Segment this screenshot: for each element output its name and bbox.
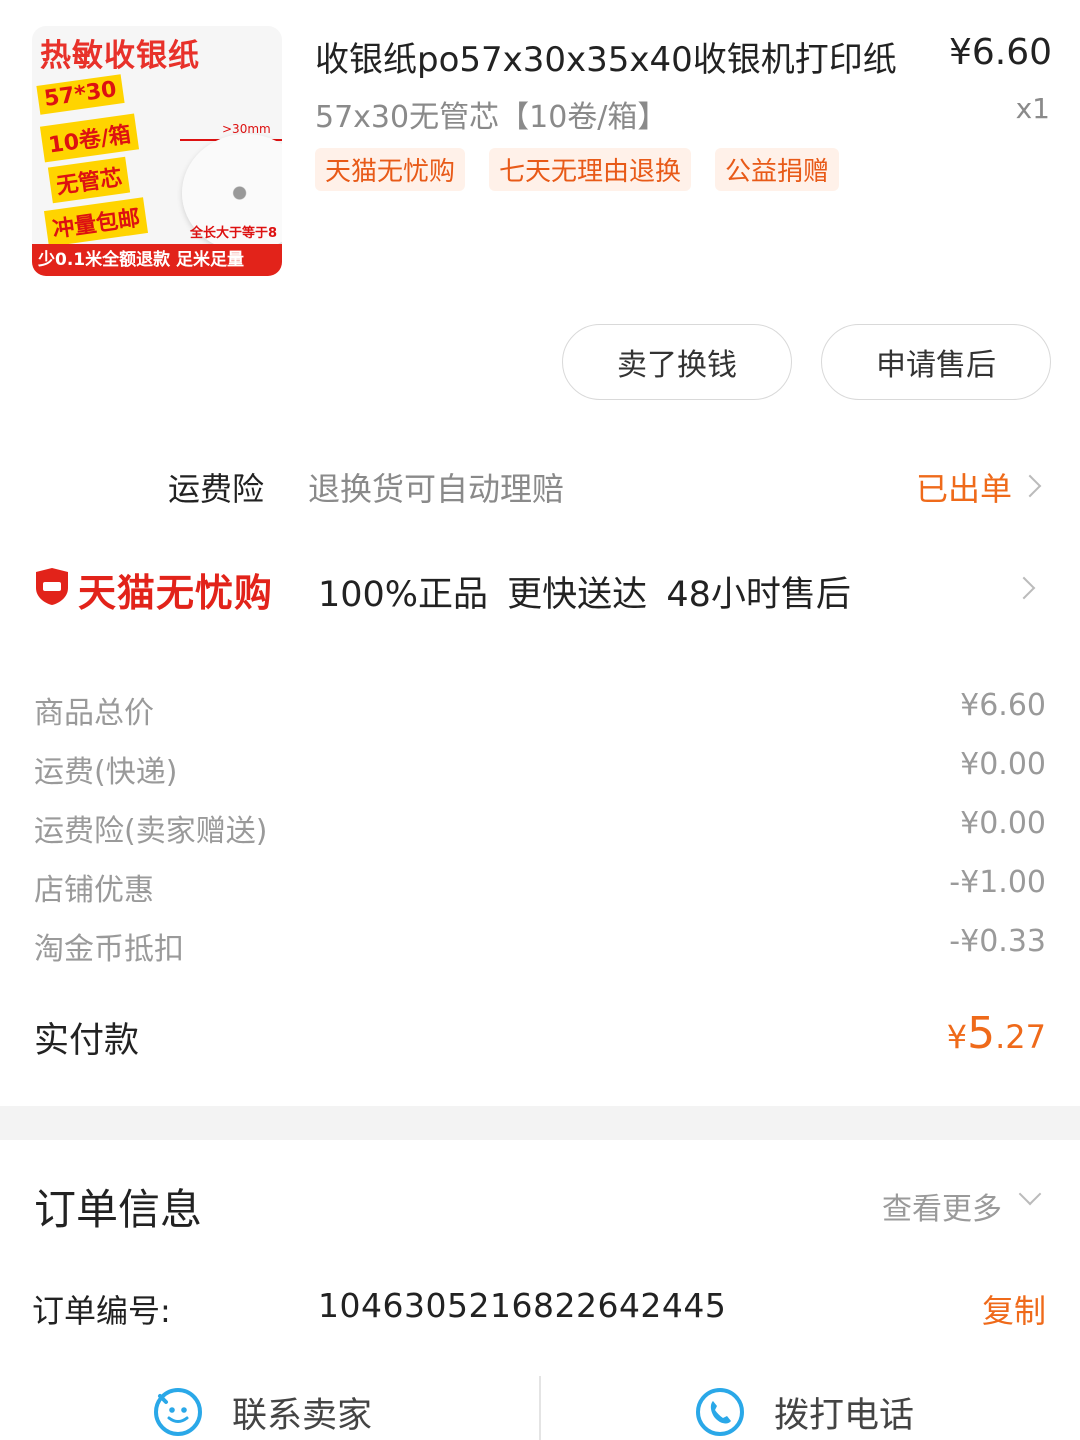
contact-seller-label: 联系卖家 <box>232 1395 373 1436</box>
paid-amount: ¥5.27 <box>947 1008 1046 1059</box>
product-title[interactable]: 收银纸po57x30x35x40收银机打印纸 <box>315 32 915 81</box>
fee-label-shipping-insurance: 运费险(卖家赠送) <box>34 814 268 849</box>
fee-label-shipping: 运费(快递) <box>34 755 178 790</box>
product-thumbnail[interactable]: 热敏收银纸 57*30 10卷/箱 无管芯 冲量包邮 >30mm 全长大于等于8… <box>32 26 282 276</box>
product-spec: 57x30无管芯【10卷/箱】 <box>315 100 668 135</box>
chevron-down-icon[interactable] <box>1018 1182 1042 1206</box>
thumbnail-bottom-banner: 少0.1米全额退款 足米足量 <box>32 244 282 276</box>
phone-icon <box>696 1388 744 1436</box>
order-number: 1046305216822642445 <box>318 1286 727 1325</box>
insurance-label: 运费险 <box>168 470 265 508</box>
paid-currency: ¥ <box>946 1018 968 1056</box>
insurance-status[interactable]: 已出单 <box>916 464 1012 510</box>
call-phone-label: 拨打电话 <box>774 1395 915 1436</box>
fee-label-coin-deduction: 淘金币抵扣 <box>34 932 184 967</box>
fee-value-shipping-insurance: ¥0.00 <box>960 806 1046 841</box>
paid-decimal: .27 <box>995 1018 1046 1056</box>
tmall-guarantee-features[interactable]: 100%正品 更快送达 48小时售后 <box>318 566 851 617</box>
chevron-right-icon[interactable] <box>1018 474 1042 498</box>
fee-label-goods-total: 商品总价 <box>34 696 154 731</box>
thumbnail-title: 热敏收银纸 <box>40 38 200 74</box>
thumbnail-tag-shipping: 冲量包邮 <box>43 197 149 247</box>
view-more-link[interactable]: 查看更多 <box>882 1184 1002 1228</box>
call-phone-button[interactable]: 拨打电话 <box>694 1386 914 1438</box>
product-tags: 天猫无忧购 七天无理由退换 公益捐赠 <box>315 148 840 191</box>
fee-value-store-discount: -¥1.00 <box>949 865 1046 900</box>
product-quantity: x1 <box>1015 92 1050 125</box>
order-info-title: 订单信息 <box>34 1185 203 1234</box>
copy-button[interactable]: 复制 <box>982 1286 1046 1332</box>
product-price: ¥6.60 <box>948 32 1052 73</box>
sell-button[interactable]: 卖了换钱 <box>562 324 792 400</box>
tmall-shield-icon <box>36 568 68 605</box>
thumbnail-tag-size: 57*30 <box>36 74 125 115</box>
section-divider <box>0 1106 1080 1140</box>
tmall-guarantee-name: 天猫无忧购 <box>78 571 274 615</box>
tag-seven-day-return: 七天无理由退换 <box>489 148 692 191</box>
tag-tmall-worry-free: 天猫无忧购 <box>315 148 466 191</box>
fee-label-store-discount: 店铺优惠 <box>34 873 154 908</box>
thumbnail-tag-count: 10卷/箱 <box>39 113 139 163</box>
chevron-right-icon[interactable] <box>1012 576 1036 600</box>
insurance-description: 退换货可自动理赔 <box>308 470 565 508</box>
fee-value-coin-deduction: -¥0.33 <box>949 924 1046 959</box>
chat-face-icon <box>154 1388 202 1436</box>
fee-value-goods-total: ¥6.60 <box>960 688 1046 723</box>
apply-aftersale-button[interactable]: 申请售后 <box>821 324 1051 400</box>
contact-seller-button[interactable]: 联系卖家 <box>152 1386 372 1438</box>
order-number-label: 订单编号: <box>32 1292 171 1330</box>
tag-charity-donation: 公益捐赠 <box>715 148 840 191</box>
bottom-bar-separator <box>539 1376 541 1440</box>
paid-integer: 5 <box>967 1008 996 1059</box>
fee-value-shipping: ¥0.00 <box>960 747 1046 782</box>
thumbnail-tag-coreless: 无管芯 <box>47 156 131 204</box>
paid-amount-label: 实付款 <box>34 1021 140 1061</box>
